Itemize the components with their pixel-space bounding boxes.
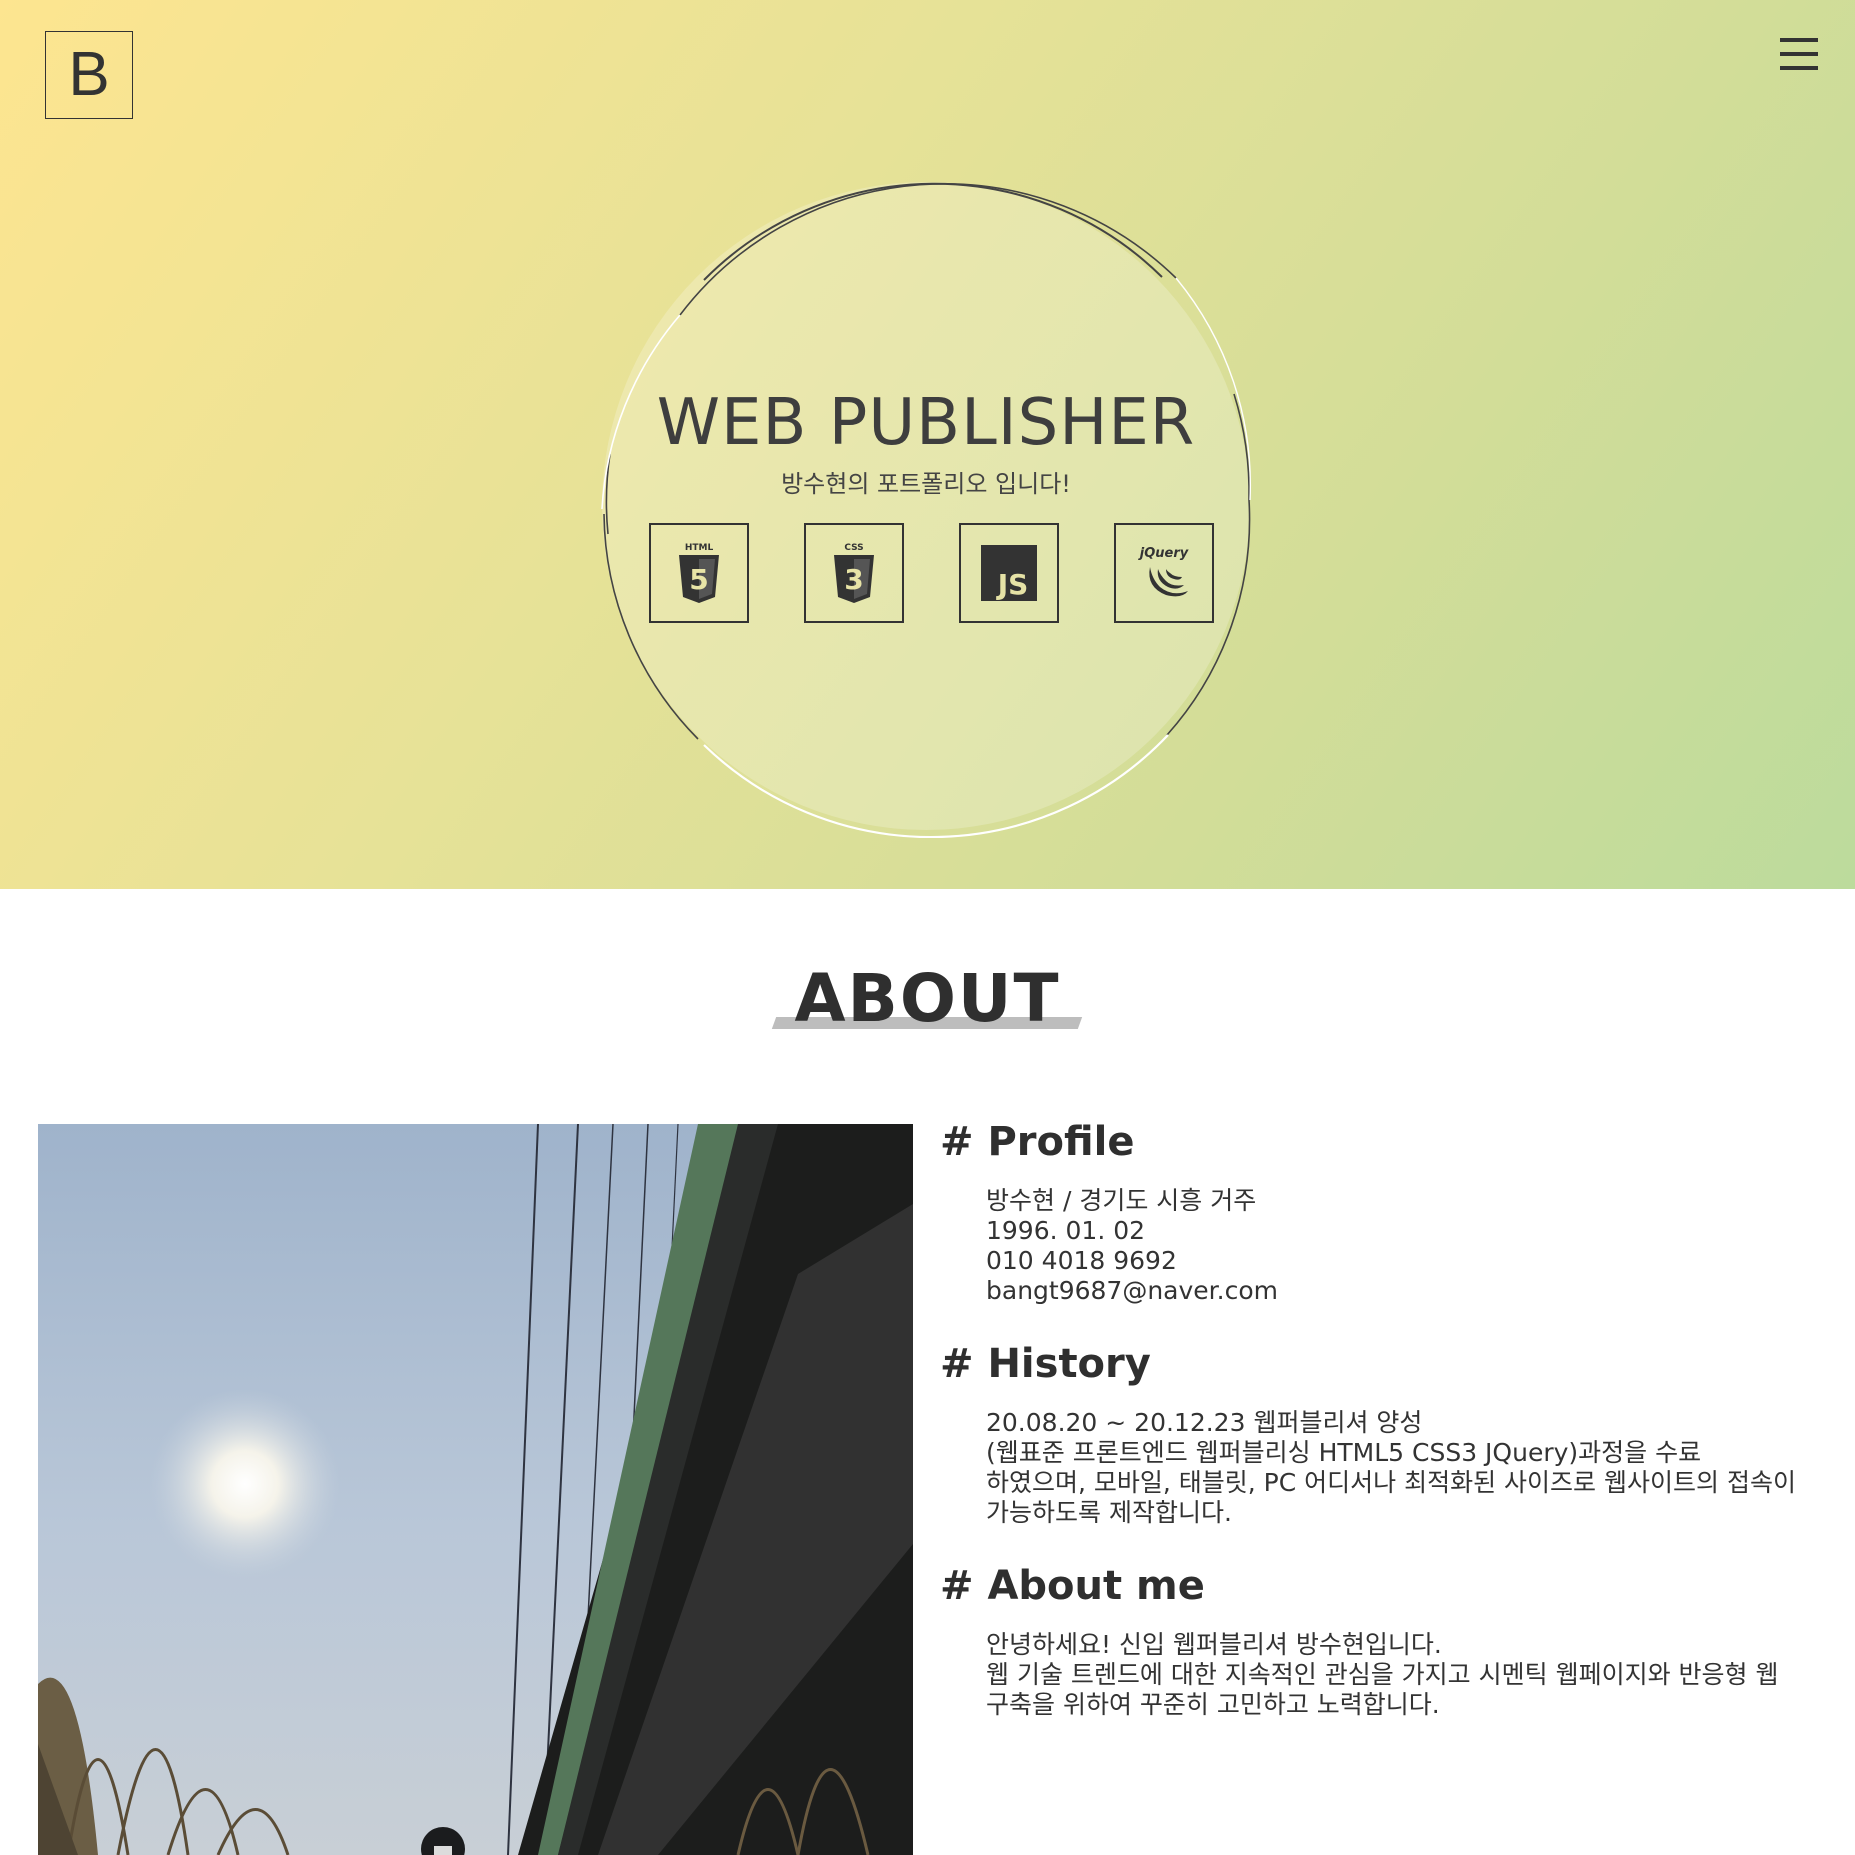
about-title: ABOUT xyxy=(774,960,1080,1037)
about-me-section: # About me 안녕하세요! 신입 웹퍼블리셔 방수현입니다. 웹 기술 … xyxy=(940,1562,1840,1720)
hero-section: B WEB PUBLISHER 방수현의 포트폴리오 입니다! HTML 5 C… xyxy=(0,0,1855,889)
svg-text:CSS: CSS xyxy=(844,543,863,553)
profile-email: bangt9687@naver.com xyxy=(986,1276,1278,1305)
about-me-line: 웹 기술 트렌드에 대한 지속적인 관심을 가지고 시멘틱 웹페이지와 반응형 … xyxy=(986,1660,1779,1689)
svg-text:JS: JS xyxy=(996,568,1029,601)
profile-birthdate: 1996. 01. 02 xyxy=(986,1216,1146,1245)
about-me-line: 구축을 위하여 꾸준히 고민하고 노력합니다. xyxy=(986,1690,1440,1719)
hero-title: WEB PUBLISHER xyxy=(656,386,1196,460)
profile-photo xyxy=(38,1124,913,1855)
about-me-heading: # About me xyxy=(940,1563,1205,1609)
javascript-icon: JS xyxy=(959,523,1059,623)
css3-icon: CSS 3 xyxy=(804,523,904,623)
hero-subtitle: 방수현의 포트폴리오 입니다! xyxy=(781,470,1071,498)
html5-icon: HTML 5 xyxy=(649,523,749,623)
profile-name-location: 방수현 / 경기도 시흥 거주 xyxy=(986,1186,1257,1215)
history-heading: # History xyxy=(940,1341,1151,1387)
svg-text:HTML: HTML xyxy=(685,543,714,553)
decorative-ring-icon xyxy=(601,182,1252,838)
jquery-icon: jQuery xyxy=(1114,523,1214,623)
about-header: ABOUT xyxy=(0,960,1855,1037)
skills-list: HTML 5 CSS 3 JS jQuery xyxy=(649,523,1214,623)
history-line: 하였으며, 모바일, 태블릿, PC 어디서나 최적화된 사이즈로 웹사이트의 … xyxy=(986,1468,1796,1497)
profile-phone: 010 4018 9692 xyxy=(986,1246,1177,1275)
about-info: # Profile 방수현 / 경기도 시흥 거주 1996. 01. 02 0… xyxy=(940,1118,1840,1754)
profile-section: # Profile 방수현 / 경기도 시흥 거주 1996. 01. 02 0… xyxy=(940,1118,1840,1306)
history-section: # History 20.08.20 ~ 20.12.23 웹퍼블리셔 양성 (… xyxy=(940,1340,1840,1528)
about-me-line: 안녕하세요! 신입 웹퍼블리셔 방수현입니다. xyxy=(986,1630,1442,1659)
svg-text:5: 5 xyxy=(689,563,708,596)
hamburger-menu-icon[interactable] xyxy=(1780,38,1818,72)
profile-heading: # Profile xyxy=(940,1119,1135,1165)
svg-text:3: 3 xyxy=(844,563,863,596)
svg-text:jQuery: jQuery xyxy=(1138,546,1189,561)
history-line: 가능하도록 제작합니다. xyxy=(986,1498,1232,1527)
history-line: (웹표준 프론트엔드 웹퍼블리싱 HTML5 CSS3 JQuery)과정을 수… xyxy=(986,1438,1702,1467)
logo[interactable]: B xyxy=(45,31,133,119)
history-line: 20.08.20 ~ 20.12.23 웹퍼블리셔 양성 xyxy=(986,1408,1423,1437)
